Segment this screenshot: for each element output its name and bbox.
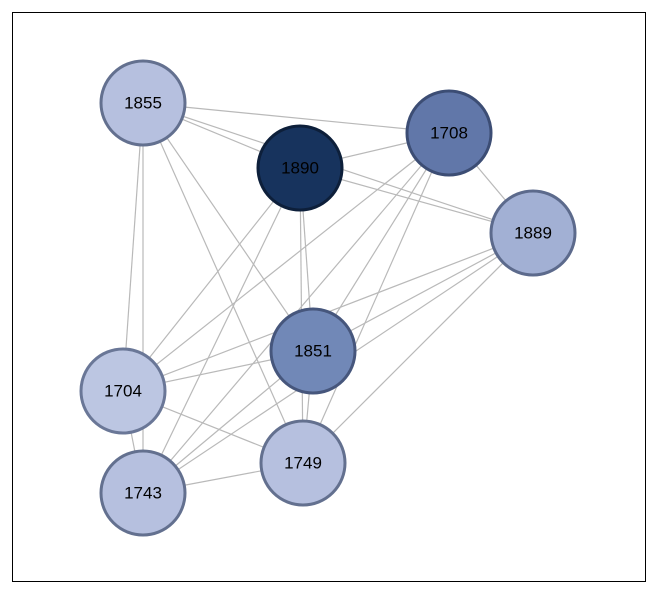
node-1704[interactable]: 1704 xyxy=(81,349,165,433)
node-1708[interactable]: 1708 xyxy=(407,91,491,175)
node-1855[interactable]: 1855 xyxy=(101,61,185,145)
node-circle-1708[interactable] xyxy=(407,91,491,175)
node-circle-1851[interactable] xyxy=(271,309,355,393)
nodes-layer: 1855 1890 17081889 1851 1704 1749 1743 xyxy=(81,61,575,535)
node-circle-1855[interactable] xyxy=(101,61,185,145)
graph-svg: 1855 1890 17081889 1851 1704 1749 1743 xyxy=(13,13,645,581)
node-circle-1889[interactable] xyxy=(491,191,575,275)
node-1851[interactable]: 1851 xyxy=(271,309,355,393)
node-1889[interactable]: 1889 xyxy=(491,191,575,275)
node-circle-1890[interactable] xyxy=(258,126,342,210)
node-circle-1743[interactable] xyxy=(101,451,185,535)
graph-frame: 1855 1890 17081889 1851 1704 1749 1743 xyxy=(12,12,646,582)
node-circle-1749[interactable] xyxy=(261,421,345,505)
node-1743[interactable]: 1743 xyxy=(101,451,185,535)
node-1749[interactable]: 1749 xyxy=(261,421,345,505)
node-circle-1704[interactable] xyxy=(81,349,165,433)
node-1890[interactable]: 1890 xyxy=(258,126,342,210)
